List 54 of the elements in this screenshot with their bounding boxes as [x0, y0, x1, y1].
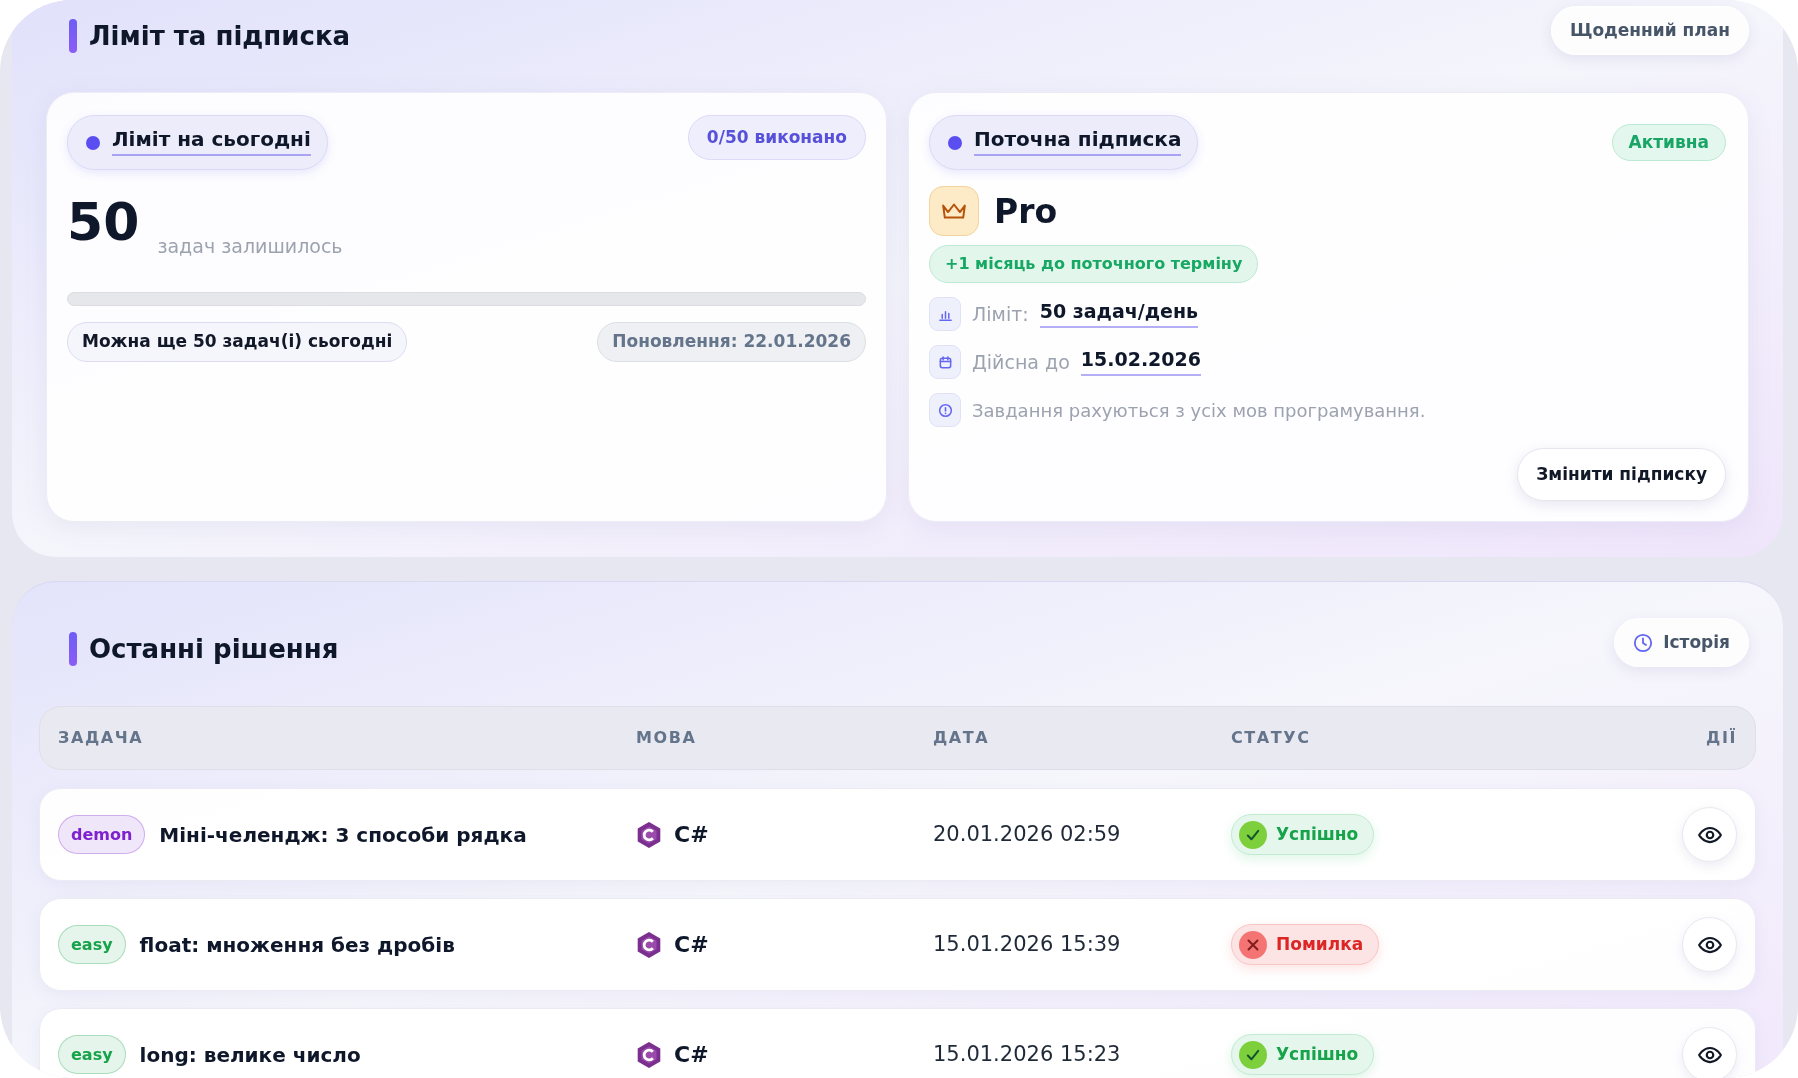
info-icon	[929, 393, 961, 427]
language-label: C#	[674, 821, 709, 849]
extension-badge: +1 місяць до поточного терміну	[929, 245, 1259, 283]
check-circle-icon	[1239, 1040, 1267, 1069]
calendar-icon	[929, 345, 961, 379]
section-title: Останні рішення	[89, 636, 339, 662]
cross-circle-icon	[1239, 930, 1267, 959]
column-header: ЗАДАЧА	[58, 727, 144, 749]
accent-bar-icon	[69, 632, 77, 666]
progress-badge: 0/50 виконано	[687, 115, 866, 160]
date-cell-text: 15.01.2026 15:39	[933, 930, 1121, 958]
date-cell-text: 20.01.2026 02:59	[933, 820, 1121, 848]
crown-icon	[929, 186, 979, 236]
task-title: float: множення без дробів	[139, 931, 455, 959]
detail-note: Завдання рахуються з усіх мов програмування.	[972, 398, 1426, 423]
status-label: Успішно	[1276, 822, 1359, 846]
accent-bar-icon	[69, 19, 77, 53]
difficulty-tag: demon	[58, 815, 146, 854]
renewal-date: Поновлення: 22.01.2026	[597, 322, 866, 362]
date-cell-text: 15.01.2026 15:23	[933, 1040, 1121, 1068]
task-title: Міні-челендж: 3 способи рядка	[159, 821, 527, 849]
hexagon-logo-icon	[636, 820, 662, 849]
column-header: СТАТУС	[1231, 727, 1311, 749]
change-subscription-button[interactable]: Змінити підписку	[1517, 448, 1726, 501]
plan-name: Pro	[994, 194, 1058, 228]
detail-label: Ліміт:	[972, 301, 1029, 327]
difficulty-tag: easy	[58, 925, 126, 964]
bar-chart-icon	[929, 297, 961, 331]
hexagon-logo-icon	[636, 930, 662, 959]
difficulty-tag: easy	[58, 1035, 126, 1074]
detail-value: 15.02.2026	[1080, 347, 1201, 377]
check-circle-icon	[1239, 820, 1267, 849]
hexagon-logo-icon	[636, 1040, 662, 1069]
language-label: C#	[674, 931, 709, 959]
task-title: long: велике число	[139, 1041, 361, 1069]
remaining-note: Можна ще 50 задач(і) сьогодні	[67, 322, 408, 362]
status-label: Помилка	[1276, 932, 1364, 956]
card-title: Ліміт на сьогодні	[112, 129, 311, 156]
status-label: Успішно	[1276, 1042, 1359, 1066]
detail-label: Дійсна до	[972, 349, 1070, 375]
view-button[interactable]	[1682, 1027, 1737, 1078]
daily-plan-button[interactable]: Щоденний план	[1550, 6, 1749, 55]
history-button[interactable]: Історія	[1614, 618, 1749, 667]
section-title: Ліміт та підписка	[89, 23, 351, 49]
remaining-count: 50	[67, 196, 140, 248]
remaining-label: задач залишилось	[157, 233, 343, 259]
clock-icon	[1633, 632, 1654, 653]
card-title: Поточна підписка	[974, 129, 1182, 156]
column-header: ДАТА	[933, 727, 990, 749]
column-header: ДІЇ	[1706, 727, 1737, 749]
column-header: МОВА	[636, 727, 697, 749]
language-label: C#	[674, 1041, 709, 1069]
detail-value: 50 задач/день	[1039, 299, 1199, 329]
status-badge: Активна	[1611, 124, 1726, 161]
